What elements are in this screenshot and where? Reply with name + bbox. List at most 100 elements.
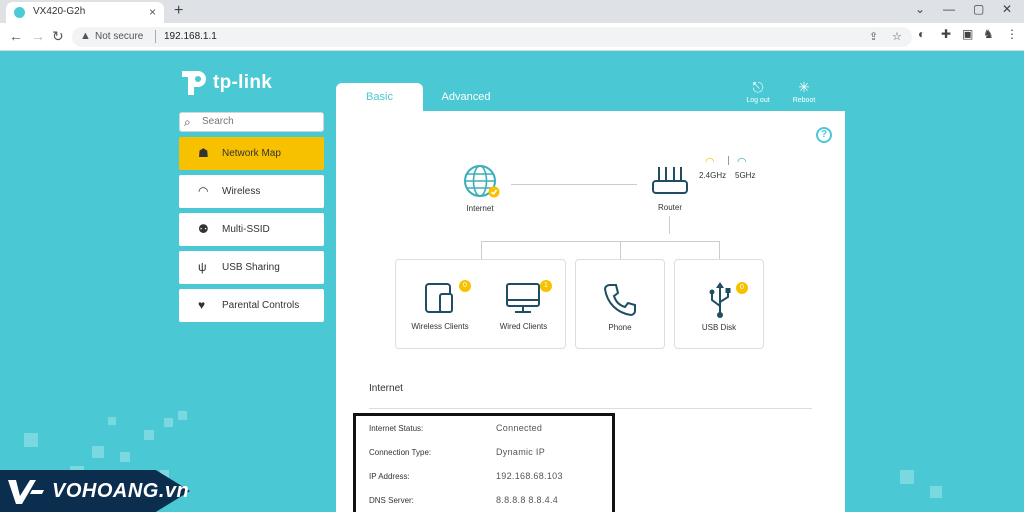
usb-disk-badge: 0 xyxy=(736,282,748,294)
puzzle-icon[interactable]: ✚ xyxy=(941,27,951,41)
phone-icon xyxy=(603,284,636,317)
new-tab-button[interactable]: + xyxy=(174,2,183,20)
maximize-icon[interactable]: ▢ xyxy=(973,2,984,16)
internet-status-key: Internet Status: xyxy=(369,424,424,433)
dns-server-value: 8.8.8.8 8.8.4.4 xyxy=(496,495,559,505)
search-input[interactable] xyxy=(202,116,320,127)
tp-link-logo-icon xyxy=(182,71,206,95)
internet-label: Internet xyxy=(466,204,494,213)
watermark-text: VOHOANG.vn xyxy=(52,480,190,502)
tab-search-icon[interactable]: ⌄ xyxy=(915,2,925,16)
bg-pixel xyxy=(120,452,130,462)
wired-clients-label: Wired Clients xyxy=(499,322,548,331)
menu-icon[interactable]: ⋮ xyxy=(1006,27,1018,41)
ip-address-value: 192.168.68.103 xyxy=(496,471,563,481)
sidebar-item-wireless[interactable]: ◠ Wireless xyxy=(179,175,324,208)
sidebar-item-label: Parental Controls xyxy=(222,300,300,311)
heart-icon: ♥ xyxy=(198,298,206,312)
router-label: Router xyxy=(657,203,682,212)
search-icon: ⌕ xyxy=(184,115,191,129)
band-24-label: 2.4GHz xyxy=(699,171,727,180)
reboot-button[interactable]: ✳ Reboot xyxy=(784,79,824,104)
users-icon: ⚉ xyxy=(198,222,209,236)
search-box[interactable]: ⌕ xyxy=(179,112,324,132)
bg-pixel xyxy=(108,417,116,425)
url-text[interactable]: 192.168.1.1 xyxy=(164,31,217,42)
bg-pixel xyxy=(24,433,38,447)
window-close-icon[interactable]: ✕ xyxy=(1002,2,1012,16)
tree-line xyxy=(669,216,670,234)
sidebar-item-label: USB Sharing xyxy=(222,262,280,273)
browser-toolbar: ← → ↻ ▲ Not secure 192.168.1.1 ⇪ ☆ xyxy=(0,23,1024,51)
back-icon[interactable]: ← xyxy=(9,28,23,44)
router-icon[interactable] xyxy=(650,165,690,197)
reload-icon[interactable]: ↻ xyxy=(52,28,64,45)
wireless-clients-badge: 0 xyxy=(459,280,471,292)
sidebar-item-label: Network Map xyxy=(222,148,281,159)
browser-tab[interactable]: VX420-G2h × xyxy=(6,2,164,23)
sidebar-item-usb-sharing[interactable]: ψ USB Sharing xyxy=(179,251,324,284)
tab-advanced[interactable]: Advanced xyxy=(430,83,502,111)
forward-icon[interactable]: → xyxy=(31,28,45,44)
ip-address-key: IP Address: xyxy=(369,472,410,481)
connection-line xyxy=(511,184,637,185)
bookmark-star-icon[interactable]: ☆ xyxy=(892,30,902,43)
bg-pixel xyxy=(900,470,914,484)
address-bar[interactable]: ▲ Not secure 192.168.1.1 ⇪ ☆ xyxy=(72,27,912,47)
section-divider xyxy=(369,408,812,409)
usb-disk-card[interactable]: USB Disk xyxy=(674,259,764,349)
tree-line xyxy=(481,241,720,242)
dns-server-key: DNS Server: xyxy=(369,496,414,505)
bg-pixel xyxy=(930,486,942,498)
browser-tab-title: VX420-G2h xyxy=(33,6,86,17)
sidebar-item-multi-ssid[interactable]: ⚉ Multi-SSID xyxy=(179,213,324,246)
monitor-icon xyxy=(506,283,540,313)
bg-pixel xyxy=(144,430,154,440)
tree-line xyxy=(620,241,621,259)
network-map-icon: ☗ xyxy=(198,146,209,160)
tab-close-icon[interactable]: × xyxy=(149,5,156,19)
internet-status-value: Connected xyxy=(496,423,543,433)
phone-card[interactable]: Phone xyxy=(575,259,665,349)
wifi-5ghz-icon: ◠ xyxy=(737,156,747,168)
share-icon[interactable]: ⇪ xyxy=(869,30,878,43)
internet-globe-icon[interactable] xyxy=(462,164,500,200)
warning-icon: ▲ xyxy=(80,30,91,42)
connection-type-key: Connection Type: xyxy=(369,448,432,457)
usb-disk-label: USB Disk xyxy=(701,323,737,332)
wifi-icon: ◠ xyxy=(198,184,209,198)
tree-line xyxy=(481,241,482,259)
logout-label: Log out xyxy=(746,97,770,104)
sidebar-item-network-map[interactable]: ☗ Network Map xyxy=(179,137,324,170)
bg-pixel xyxy=(178,411,187,420)
band-5-label: 5GHz xyxy=(735,171,756,180)
minimize-icon[interactable]: — xyxy=(943,2,955,16)
sidebar-item-label: Multi-SSID xyxy=(222,224,270,235)
extension-icon[interactable]: ◐ xyxy=(918,27,925,41)
security-label: Not secure xyxy=(95,31,144,42)
connection-type-value: Dynamic IP xyxy=(496,447,546,457)
help-icon[interactable]: ? xyxy=(816,127,832,143)
tp-link-favicon-icon xyxy=(14,7,25,18)
profile-avatar-icon[interactable]: ♞ xyxy=(983,27,994,41)
wireless-clients-card[interactable]: Wireless Clients xyxy=(395,259,485,349)
logo-text: tp-link xyxy=(213,72,273,93)
address-separator xyxy=(155,30,156,43)
watermark-logo-icon xyxy=(8,480,44,504)
bg-pixel xyxy=(92,446,104,458)
sidebar-item-parental-controls[interactable]: ♥ Parental Controls xyxy=(179,289,324,322)
reboot-icon: ✳ xyxy=(798,79,810,95)
band-separator xyxy=(728,156,729,165)
phone-label: Phone xyxy=(608,323,632,332)
logout-button[interactable]: ⎋ Log out xyxy=(738,79,778,104)
reboot-label: Reboot xyxy=(792,97,816,104)
tree-line xyxy=(719,241,720,259)
bg-pixel xyxy=(164,418,173,427)
wireless-clients-label: Wireless Clients xyxy=(411,322,469,331)
internet-section-title: Internet xyxy=(369,383,403,394)
tab-basic[interactable]: Basic xyxy=(336,83,423,111)
wifi-24ghz-icon: ◠ xyxy=(705,156,715,168)
usb-icon: ψ xyxy=(198,260,207,274)
wired-clients-card[interactable]: Wired Clients xyxy=(481,259,566,349)
sidepanel-icon[interactable]: ▣ xyxy=(962,27,973,41)
